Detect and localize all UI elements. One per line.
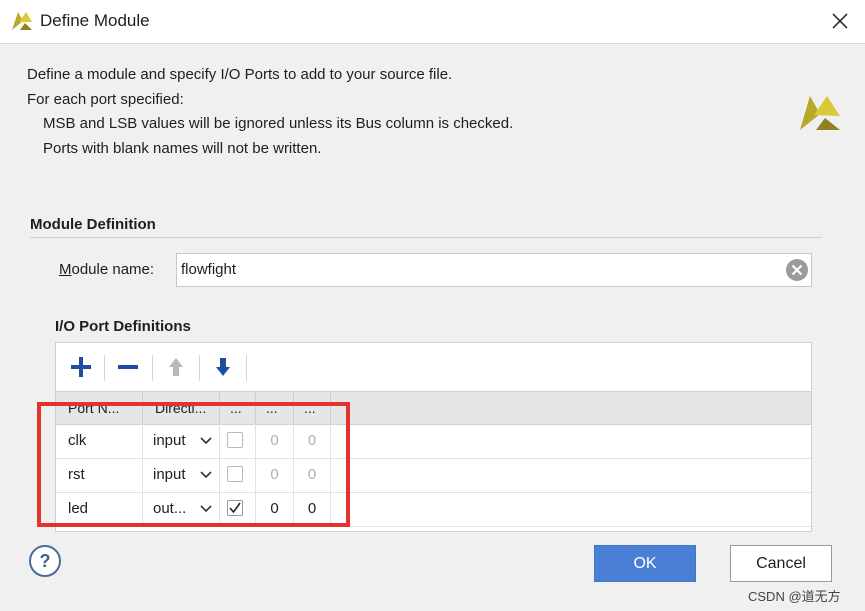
msb-cell[interactable]: 0 [256, 492, 294, 526]
module-definition-header: Module Definition [30, 216, 822, 238]
bus-checkbox[interactable] [227, 432, 243, 448]
close-button[interactable] [825, 6, 855, 36]
direction-value: input [153, 432, 186, 449]
chevron-down-icon [200, 437, 212, 445]
intro-line: Define a module and specify I/O Ports to… [27, 66, 453, 83]
move-down-button[interactable] [209, 353, 237, 381]
intro-line: MSB and LSB values will be ignored unles… [43, 115, 514, 132]
msb-cell[interactable]: 0 [256, 424, 294, 458]
move-up-icon [169, 358, 183, 376]
bus-cell [220, 492, 256, 526]
column-header-direction[interactable]: Directi... [143, 392, 220, 424]
cancel-button[interactable]: Cancel [730, 545, 832, 582]
port-table-header: Port N... Directi... ... ... ... [56, 391, 811, 425]
direction-select[interactable]: input [143, 424, 220, 458]
title-bar: Define Module [0, 0, 865, 44]
toolbar-separator [246, 355, 247, 381]
window-title: Define Module [40, 11, 150, 30]
port-toolbar [56, 343, 811, 391]
lsb-cell[interactable]: 0 [294, 424, 331, 458]
port-name-cell[interactable]: clk [56, 424, 143, 458]
lsb-cell[interactable]: 0 [294, 458, 331, 492]
direction-value: out... [153, 500, 187, 517]
bus-cell [220, 424, 256, 458]
vivado-logo-icon [797, 90, 843, 136]
column-header-bus[interactable]: ... [220, 392, 256, 424]
add-icon [71, 357, 91, 377]
toolbar-separator [152, 355, 153, 381]
move-up-button[interactable] [162, 353, 190, 381]
port-name-cell[interactable]: led [56, 492, 143, 526]
column-header-msb[interactable]: ... [256, 392, 294, 424]
chevron-down-icon [200, 471, 212, 479]
msb-cell[interactable]: 0 [256, 458, 294, 492]
add-port-button[interactable] [67, 353, 95, 381]
module-name-input[interactable]: flowfight [176, 253, 812, 287]
remove-icon [118, 365, 138, 369]
help-button[interactable]: ? [29, 545, 61, 577]
help-icon: ? [39, 551, 51, 571]
table-row[interactable]: led out... 0 0 [56, 492, 811, 527]
intro-line: For each port specified: [27, 90, 184, 108]
port-name-cell[interactable]: rst [56, 458, 143, 492]
io-port-definitions-header: I/O Port Definitions [55, 318, 191, 335]
module-name-label-text: odule name: [71, 261, 155, 278]
toolbar-separator [199, 355, 200, 381]
column-header-port-name[interactable]: Port N... [56, 392, 143, 424]
watermark: CSDN @道无方 [748, 589, 841, 604]
close-icon [832, 13, 848, 29]
move-down-icon [216, 358, 230, 376]
direction-select[interactable]: out... [143, 492, 220, 526]
toolbar-separator [104, 355, 105, 381]
remove-port-button[interactable] [114, 353, 142, 381]
bus-checkbox[interactable] [227, 500, 243, 516]
direction-select[interactable]: input [143, 458, 220, 492]
intro-line: Ports with blank names will not be writt… [43, 139, 322, 157]
mnemonic-letter: M [59, 261, 72, 278]
bus-cell [220, 458, 256, 492]
module-name-label: Module name: [59, 261, 154, 278]
bus-checkbox[interactable] [227, 466, 243, 482]
direction-value: input [153, 466, 186, 483]
lsb-cell[interactable]: 0 [294, 492, 331, 526]
clear-button[interactable] [785, 258, 809, 282]
column-header-lsb[interactable]: ... [294, 392, 331, 424]
table-row[interactable]: rst input 0 0 [56, 458, 811, 493]
clear-icon [786, 259, 808, 281]
intro-text: Define a module and specify I/O Ports to… [27, 63, 513, 161]
checkmark-icon [229, 502, 241, 514]
chevron-down-icon [200, 505, 212, 513]
vivado-logo-icon [10, 9, 34, 33]
port-table-panel: Port N... Directi... ... ... ... clk inp… [55, 342, 812, 532]
table-row[interactable]: clk input 0 0 [56, 424, 811, 459]
ok-button[interactable]: OK [594, 545, 696, 582]
